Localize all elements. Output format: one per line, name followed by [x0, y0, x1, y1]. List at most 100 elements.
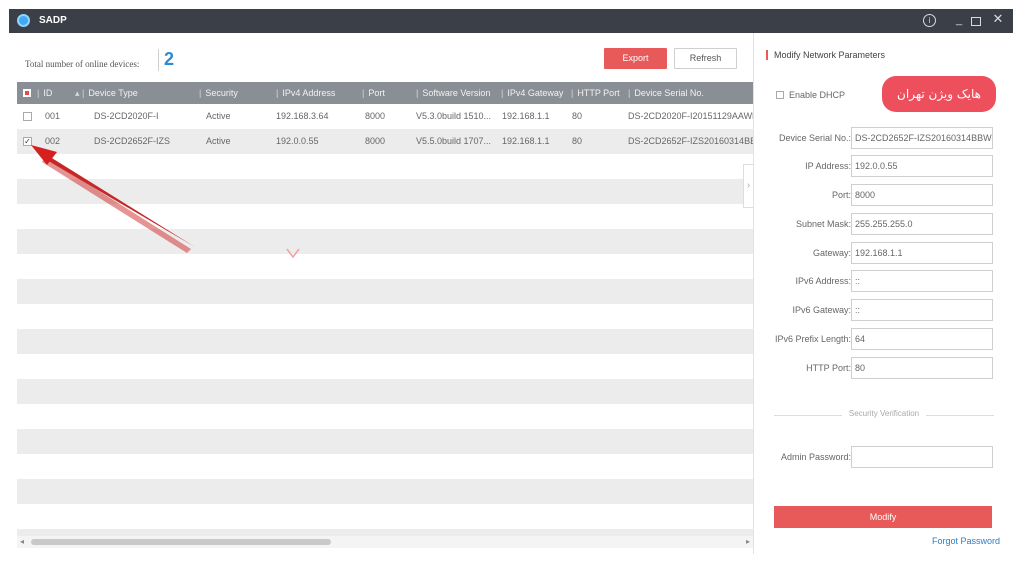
info-icon[interactable]: i [923, 14, 936, 27]
cell-ipv4: 192.168.3.64 [276, 111, 329, 121]
column-header-device-type[interactable]: ▴ | Device Type [75, 82, 138, 104]
device-table: | ID ▴ | Device Type | Security | IPv4 Addre… [17, 82, 753, 548]
row-checkbox[interactable]: ✓ [23, 137, 32, 146]
column-header-http-port[interactable]: | HTTP Port [571, 82, 620, 104]
forgot-password-link[interactable]: Forgot Password [932, 536, 1000, 546]
empty-row [17, 429, 753, 454]
maximize-icon[interactable] [971, 17, 981, 26]
app-logo-icon [17, 14, 30, 27]
cell-gateway: 192.168.1.1 [502, 136, 550, 146]
empty-row [17, 279, 753, 304]
total-devices-label: Total number of online devices: [25, 59, 140, 69]
admin-password-input[interactable] [851, 446, 993, 468]
enable-dhcp-checkbox[interactable]: Enable DHCP [776, 90, 845, 100]
refresh-button[interactable]: Refresh [674, 48, 737, 69]
field-ip-address: IP Address: 192.0.0.55 [754, 155, 1014, 177]
field-label: Gateway: [812, 248, 851, 258]
cell-port: 8000 [365, 136, 386, 146]
app-title: SADP [39, 15, 67, 26]
field-device-serial: Device Serial No.: DS-2CD2652F-IZS201603… [754, 127, 1014, 149]
port-input[interactable]: 8000 [851, 184, 993, 206]
field-label: Device Serial No.: [778, 133, 851, 143]
cell-device-type: DS-2CD2652F-IZS [94, 136, 171, 146]
scrollbar-thumb[interactable] [31, 539, 331, 545]
table-row[interactable]: 001 DS-2CD2020F-I Active 192.168.3.64 80… [17, 104, 753, 129]
row-checkbox[interactable] [23, 112, 32, 121]
minimize-icon[interactable]: _ [951, 13, 967, 27]
empty-row [17, 204, 753, 229]
device-serial-input[interactable]: DS-2CD2652F-IZS20160314BBWR5 [851, 127, 993, 149]
field-label: IPv6 Prefix Length: [774, 334, 851, 344]
modify-button[interactable]: Modify [774, 506, 992, 528]
scroll-right-icon[interactable]: ▸ [746, 537, 750, 546]
cell-serial: DS-2CD2020F-I20151129AAWR [628, 111, 753, 121]
column-header-port[interactable]: | Port [362, 82, 385, 104]
column-header-device-serial-no[interactable]: | Device Serial No. [628, 82, 704, 104]
export-button[interactable]: Export [604, 48, 667, 69]
title-bar: SADP i _ ✕ [9, 9, 1013, 33]
checkbox-icon[interactable] [776, 91, 784, 99]
panel-collapse-toggle[interactable]: › [743, 164, 753, 208]
subnet-mask-input[interactable]: 255.255.255.0 [851, 213, 993, 235]
horizontal-scrollbar[interactable]: ◂ ▸ [17, 536, 753, 548]
ip-address-input[interactable]: 192.0.0.55 [851, 155, 993, 177]
security-verification-divider: Security Verification [774, 409, 994, 421]
empty-row [17, 504, 753, 529]
field-http-port: HTTP Port: 80 [754, 357, 1014, 379]
panel-title: Modify Network Parameters [766, 50, 885, 60]
enable-dhcp-label: Enable DHCP [789, 90, 846, 100]
gateway-input[interactable]: 192.168.1.1 [851, 242, 993, 264]
total-devices-count: 2 [158, 49, 174, 71]
column-header-security[interactable]: | Security [199, 82, 238, 104]
empty-row [17, 254, 753, 279]
watermark-badge: هایک ویژن تهران [882, 76, 996, 112]
empty-row [17, 404, 753, 429]
cell-port: 8000 [365, 111, 386, 121]
close-icon[interactable]: ✕ [990, 12, 1006, 26]
cell-ipv4: 192.0.0.55 [276, 136, 319, 146]
modify-network-panel: Modify Network Parameters Enable DHCP ها… [753, 33, 1013, 554]
empty-row [17, 229, 753, 254]
field-admin-password: Admin Password: [754, 446, 1014, 468]
admin-password-label: Admin Password: [780, 452, 851, 462]
ipv6-prefix-length-input[interactable]: 64 [851, 328, 993, 350]
column-header-ipv4-gateway[interactable]: | IPv4 Gateway [501, 82, 563, 104]
empty-row [17, 154, 753, 179]
field-label: Subnet Mask: [795, 219, 851, 229]
http-port-input[interactable]: 80 [851, 357, 993, 379]
empty-row [17, 329, 753, 354]
field-gateway: Gateway: 192.168.1.1 [754, 242, 1014, 264]
empty-row [17, 354, 753, 379]
cell-device-type: DS-2CD2020F-I [94, 111, 159, 121]
cell-software-version: V5.5.0build 1707... [416, 136, 492, 146]
cell-gateway: 192.168.1.1 [502, 111, 550, 121]
field-port: Port: 8000 [754, 184, 1014, 206]
cell-security: Active [206, 111, 231, 121]
field-ipv6-gateway: IPv6 Gateway: :: [754, 299, 1014, 321]
field-label: IPv6 Gateway: [792, 305, 851, 315]
empty-row [17, 304, 753, 329]
scroll-left-icon[interactable]: ◂ [20, 537, 24, 546]
column-header-id[interactable]: | ID [37, 82, 52, 104]
column-header-ipv4-address[interactable]: | IPv4 Address [276, 82, 335, 104]
column-header-software-version[interactable]: | Software Version [416, 82, 490, 104]
empty-row [17, 379, 753, 404]
select-all-checkbox[interactable] [23, 89, 31, 97]
field-label: IPv6 Address: [795, 276, 851, 286]
table-row[interactable]: ✓ 002 DS-2CD2652F-IZS Active 192.0.0.55 … [17, 129, 753, 154]
empty-row [17, 454, 753, 479]
cell-serial: DS-2CD2652F-IZS20160314BBW [628, 136, 753, 146]
sadp-window: SADP i _ ✕ Total number of online device… [9, 9, 1013, 554]
field-subnet-mask: Subnet Mask: 255.255.255.0 [754, 213, 1014, 235]
cell-http-port: 80 [572, 111, 583, 121]
field-ipv6-prefix-length: IPv6 Prefix Length: 64 [754, 328, 1014, 350]
ipv6-gateway-input[interactable]: :: [851, 299, 993, 321]
empty-row [17, 179, 753, 204]
field-ipv6-address: IPv6 Address: :: [754, 270, 1014, 292]
cell-id: 002 [45, 136, 61, 146]
table-header: | ID ▴ | Device Type | Security | IPv4 Addre… [17, 82, 753, 104]
ipv6-address-input[interactable]: :: [851, 270, 993, 292]
field-label: HTTP Port: [806, 363, 851, 373]
cell-software-version: V5.3.0build 1510... [416, 111, 492, 121]
cell-http-port: 80 [572, 136, 583, 146]
